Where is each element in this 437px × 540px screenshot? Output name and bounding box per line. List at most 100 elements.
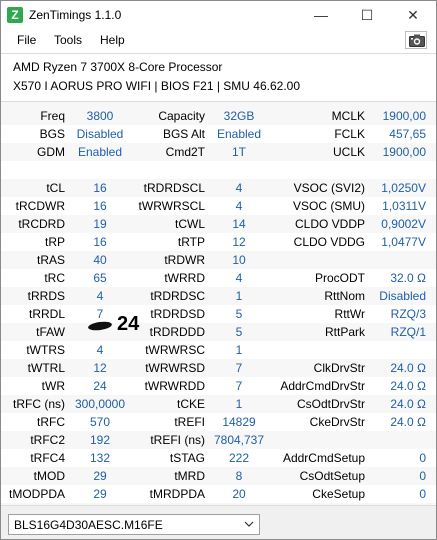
label-col1: tRCDRD [18,217,65,231]
label-col2: tRDRDSCL [143,181,205,195]
value-col3: 0 [419,469,426,483]
timing-row: tRFC2 192 tREFI (ns) 7804,737 [1,431,436,449]
label-col1: BGS [39,127,65,141]
value-col3: 457,65 [389,127,426,141]
label-col2: tWRWRDD [144,379,205,393]
label-col2: tMRD [174,469,205,483]
value-col3: 0 [419,487,426,501]
label-col2: tSTAG [169,451,205,465]
timing-row: tRCDRD 19 tCWL 14 CLDO VDDP 0,9002V [1,215,436,233]
timing-row: tRC 65 tWRRD 4 ProcODT 32.0 Ω [1,269,436,287]
menu-file[interactable]: File [17,32,36,48]
label-col3: AddrCmdSetup [282,451,365,465]
value-col2: 1T [231,145,246,159]
value-col2: 5 [235,307,243,321]
value-col1: 24 [93,379,107,393]
label-col3: FCLK [334,127,365,141]
label-col3: ProcODT [314,271,365,285]
timing-row: tRAS 40 tRDWR 10 [1,251,436,269]
value-col2: 8 [235,469,243,483]
label-col2: tRDRDSD [150,307,205,321]
label-col3: CsOdtSetup [299,469,365,483]
value-col1: 132 [89,451,111,465]
value-col1: 16 [93,199,107,213]
label-col2: tCWL [175,217,205,231]
system-info: AMD Ryzen 7 3700X 8-Core Processor X570 … [1,53,436,99]
label-col3: RttWr [334,307,365,321]
cpu-name: AMD Ryzen 7 3700X 8-Core Processor [13,60,223,74]
title-bar[interactable]: Z ZenTimings 1.1.0 — ☐ ✕ [1,1,436,29]
menu-help[interactable]: Help [100,32,125,48]
label-col1: tRAS [36,253,65,267]
value-col3: 0,9002V [381,217,426,231]
label-col1: tRFC4 [30,451,65,465]
timing-row: tRRDS 4 tRDRDSC 1 RttNom Disabled [1,287,436,305]
label-col3: MCLK [331,109,365,123]
timing-row: tRFC4 132 tSTAG 222 AddrCmdSetup 0 [1,449,436,467]
label-col2: Cmd2T [165,145,205,159]
value-col3: 24.0 Ω [390,397,426,411]
value-col1: 4 [96,343,104,357]
label-col2: tRDWR [164,253,205,267]
value-col2: 7804,737 [213,433,265,447]
label-col3: CsOdtDrvStr [296,397,365,411]
value-col1: 12 [93,361,107,375]
label-col2: tWRWRSD [145,361,205,375]
label-col1: tMODPDA [8,487,65,501]
close-button[interactable]: ✕ [390,1,436,29]
camera-icon [409,34,425,47]
memory-module-select[interactable]: BLS16G4D30AESC.M16FE [8,514,260,535]
minimize-button[interactable]: — [298,1,344,29]
value-col1: 570 [89,415,111,429]
value-col2: 4 [235,181,243,195]
value-col2: 1 [235,289,243,303]
timing-row: tMOD 29 tMRD 8 CsOdtSetup 0 [1,467,436,485]
label-col1: tWR [41,379,65,393]
label-col1: GDM [37,145,65,159]
timing-row: tRP 16 tRTP 12 CLDO VDDG 1,0477V [1,233,436,251]
label-col2: tWRWRSC [145,343,205,357]
value-col1: 16 [93,235,107,249]
chevron-down-icon [244,521,254,527]
value-col2: 32GB [223,109,255,123]
menu-tools[interactable]: Tools [54,32,82,48]
value-col3: RZQ/3 [390,307,426,321]
label-col2: tREFI [174,415,205,429]
timing-row: tRFC 570 tREFI 14829 CkeDrvStr 24.0 Ω [1,413,436,431]
maximize-button[interactable]: ☐ [344,1,390,29]
timing-row: tFAW tRDRDDD 5 RttPark RZQ/1 [1,323,436,341]
timing-row: tCL 16 tRDRDSCL 4 VSOC (SVI2) 1,0250V [1,179,436,197]
label-col3: RttPark [324,325,365,339]
label-col3: CLDO VDDG [293,235,365,249]
value-col2: 1 [235,343,243,357]
tfaw-handwritten-value: 24 [117,313,140,335]
board-info: X570 I AORUS PRO WIFI | BIOS F21 | SMU 4… [13,79,301,93]
memory-module-value: BLS16G4D30AESC.M16FE [14,518,163,532]
value-col1: 192 [89,433,111,447]
label-col1: tRC [44,271,65,285]
label-col3: AddrCmdDrvStr [280,379,365,393]
value-col3: 1,0477V [381,235,426,249]
screenshot-button[interactable] [405,31,427,49]
label-col1: tFAW [36,325,65,339]
value-col2: 14 [232,217,246,231]
label-col2: tWRWRSCL [138,199,205,213]
value-col1: 300,0000 [74,397,126,411]
label-col1: tRRDS [27,289,65,303]
value-col1: 40 [93,253,107,267]
value-col2: 20 [232,487,246,501]
label-col3: CLDO VDDP [294,217,365,231]
label-col3: VSOC (SVI2) [293,181,365,195]
value-col1: 29 [93,469,107,483]
label-col1: tRFC [37,415,65,429]
value-col1: 4 [96,289,104,303]
value-col3: 24.0 Ω [390,379,426,393]
label-col1: Freq [40,109,65,123]
label-col1: tRRDL [28,307,65,321]
label-col3: RttNom [324,289,365,303]
value-col2: 7 [235,361,243,375]
label-col1: tRFC2 [30,433,65,447]
label-col1: tRP [44,235,65,249]
label-col2: tWRRD [164,271,205,285]
value-col3: 1900,00 [382,145,426,159]
